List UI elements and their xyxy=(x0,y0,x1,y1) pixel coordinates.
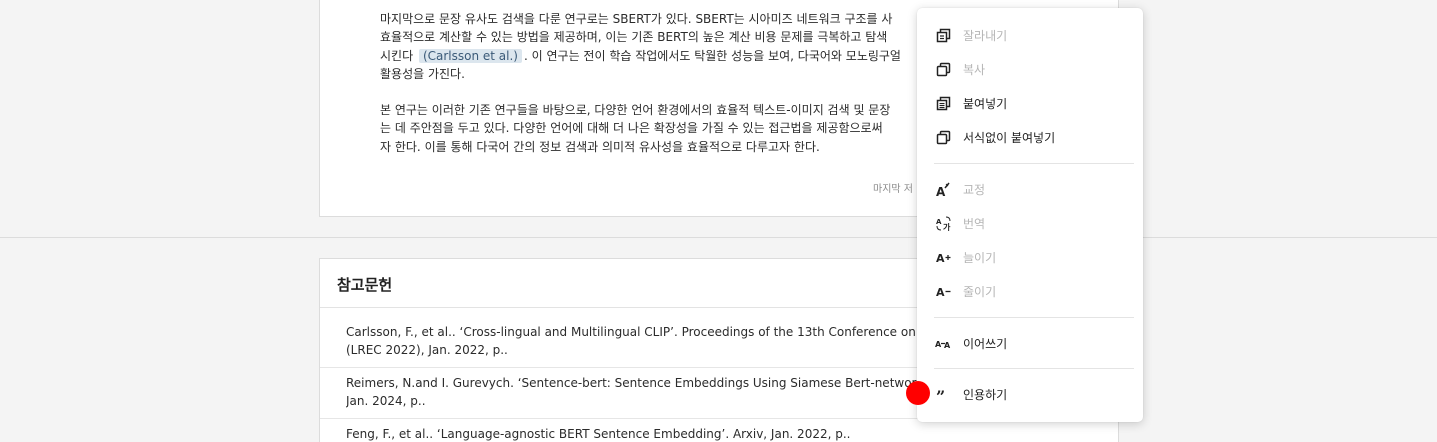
paste-icon xyxy=(935,95,951,111)
quote-icon: ” xyxy=(935,386,951,402)
translate-icon: A가 xyxy=(935,215,951,231)
svg-text:가: 가 xyxy=(943,222,951,231)
menu-item-proofread[interactable]: A 교정 xyxy=(917,172,1143,206)
menu-item-label: 복사 xyxy=(963,62,986,77)
svg-text:A: A xyxy=(936,286,945,299)
expand-text-icon: A xyxy=(935,249,951,265)
menu-item-label: 인용하기 xyxy=(963,387,1008,402)
citation-chip[interactable]: (Carlsson et al.) xyxy=(418,48,522,63)
text-fragment: 시킨다 xyxy=(380,48,414,63)
menu-item-cut[interactable]: 잘라내기 xyxy=(917,18,1143,52)
cursor-indicator xyxy=(906,381,930,405)
menu-item-label: 잘라내기 xyxy=(963,28,1008,43)
paste-plain-icon xyxy=(935,129,951,145)
menu-item-label: 서식없이 붙여넣기 xyxy=(963,130,1056,145)
context-menu: 잘라내기 복사 붙여넣기 서식없이 붙여넣기 A 교정 A가 번역 A 늘이기 … xyxy=(917,8,1143,422)
menu-item-label: 번역 xyxy=(963,216,986,231)
text-fragment: . 이 연구는 전이 학습 작업에서도 탁월한 성능을 보여, 다국어와 모노링… xyxy=(524,48,901,63)
proofread-icon: A xyxy=(935,181,951,197)
svg-text:A: A xyxy=(944,341,951,350)
menu-item-copy[interactable]: 복사 xyxy=(917,52,1143,86)
continue-writing-icon: AA xyxy=(935,335,951,351)
menu-item-expand[interactable]: A 늘이기 xyxy=(917,240,1143,274)
shorten-text-icon: A xyxy=(935,283,951,299)
svg-text:A: A xyxy=(936,252,945,265)
reference-line: Feng, F., et al.. ‘Language-agnostic BER… xyxy=(346,427,851,441)
svg-text:A: A xyxy=(935,340,942,349)
menu-item-label: 늘이기 xyxy=(963,250,997,265)
footer-note: 마지막 저 xyxy=(873,184,913,195)
menu-divider xyxy=(934,163,1134,164)
svg-text:”: ” xyxy=(936,387,945,402)
svg-text:A: A xyxy=(936,218,942,226)
menu-item-label: 줄이기 xyxy=(963,284,997,299)
menu-item-label: 교정 xyxy=(963,182,986,197)
menu-item-translate[interactable]: A가 번역 xyxy=(917,206,1143,240)
menu-item-quote[interactable]: ” 인용하기 xyxy=(917,377,1143,411)
menu-divider xyxy=(934,317,1134,318)
menu-item-shorten[interactable]: A 줄이기 xyxy=(917,274,1143,308)
menu-item-label: 붙여넣기 xyxy=(963,96,1008,111)
menu-item-paste[interactable]: 붙여넣기 xyxy=(917,86,1143,120)
section-divider xyxy=(0,237,1437,238)
copy-icon xyxy=(935,61,951,77)
menu-item-paste-plain[interactable]: 서식없이 붙여넣기 xyxy=(917,120,1143,154)
svg-text:A: A xyxy=(936,185,946,197)
cut-icon xyxy=(935,27,951,43)
references-title: 참고문헌 xyxy=(337,276,393,294)
menu-divider xyxy=(934,368,1134,369)
reference-item[interactable]: Feng, F., et al.. ‘Language-agnostic BER… xyxy=(346,426,1106,442)
menu-item-label: 이어쓰기 xyxy=(963,336,1008,351)
menu-item-continue-writing[interactable]: AA 이어쓰기 xyxy=(917,326,1143,360)
